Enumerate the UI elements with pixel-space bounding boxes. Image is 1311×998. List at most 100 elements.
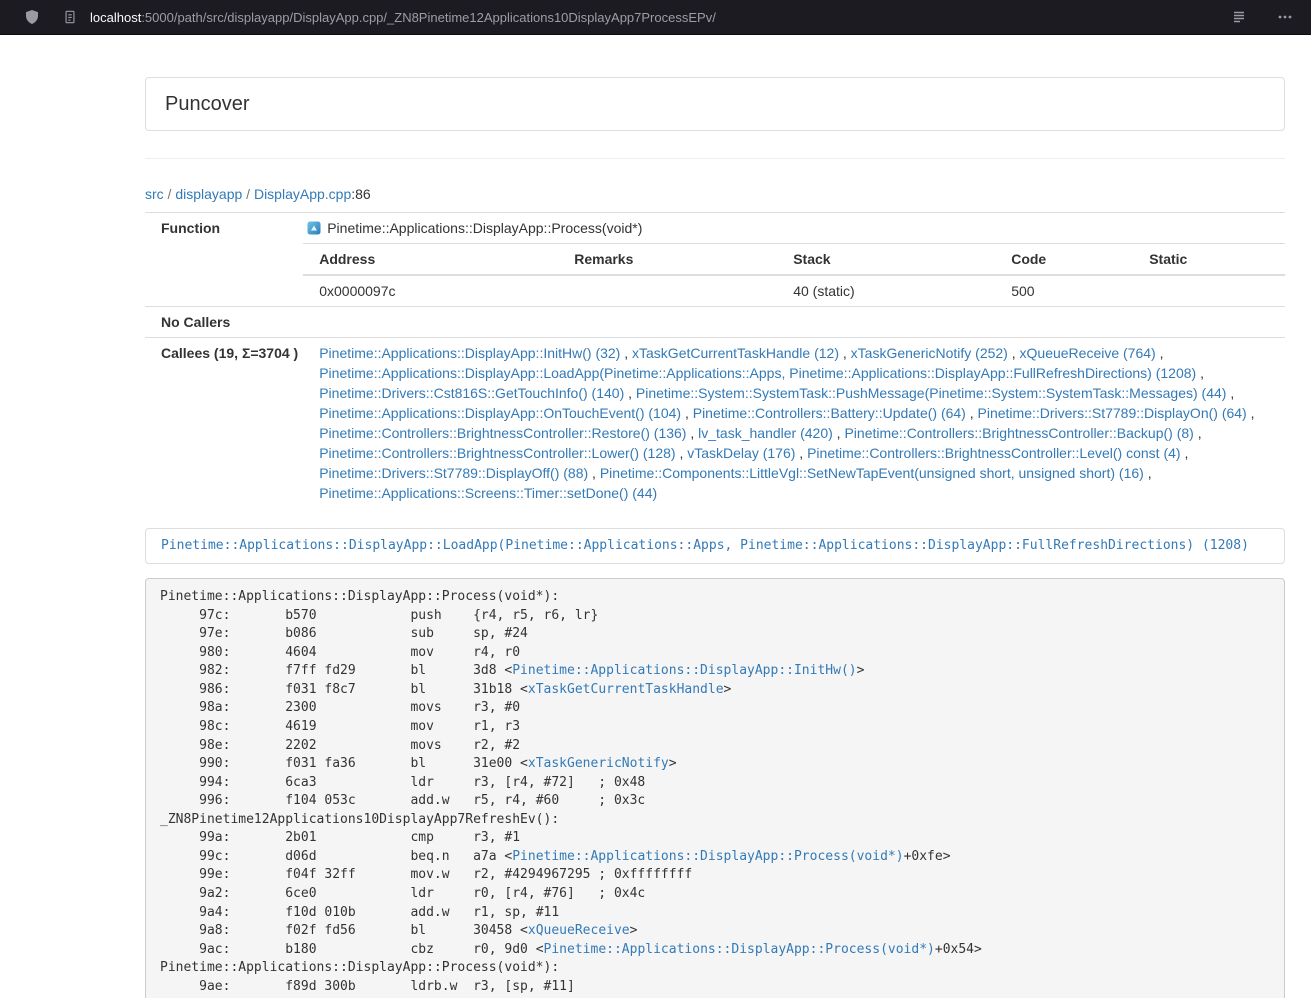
selected-callee-link[interactable]: Pinetime::Applications::DisplayApp::Load…	[161, 538, 1249, 553]
disassembly-line: 982: f7ff fd29 bl 3d8 <Pinetime::Applica…	[160, 662, 1270, 681]
function-table: Function Pinetime::Applications::Display…	[145, 212, 1285, 508]
no-callers-cell	[303, 307, 1285, 338]
disassembly-symbol-link[interactable]: xQueueReceive	[528, 923, 630, 938]
callee-link[interactable]: Pinetime::Drivers::Cst816S::GetTouchInfo…	[319, 385, 624, 401]
function-signature-line: Pinetime::Applications::DisplayApp::Proc…	[303, 213, 1285, 243]
cell-remarks	[558, 275, 777, 306]
col-remarks: Remarks	[558, 244, 777, 276]
disassembly-text: 9a2: 6ce0 ldr r0, [r4, #76] ; 0x4c	[160, 886, 645, 901]
callee-separator: ,	[676, 445, 688, 461]
disassembly-line: 99c: d06d beq.n a7a <Pinetime::Applicati…	[160, 848, 1270, 867]
disassembly-text: +0xfe>	[904, 849, 951, 864]
function-detail-cell: Pinetime::Applications::DisplayApp::Proc…	[303, 213, 1285, 307]
disassembly-text: 98e: 2202 movs r2, #2	[160, 738, 520, 753]
disassembly-symbol-link[interactable]: xTaskGetCurrentTaskHandle	[528, 682, 724, 697]
cell-code: 500	[995, 275, 1133, 306]
callee-separator: ,	[681, 405, 693, 421]
disassembly-text: 99a: 2b01 cmp r3, #1	[160, 830, 520, 845]
callee-separator: ,	[966, 405, 978, 421]
callee-separator: ,	[1144, 465, 1152, 481]
callee-separator: ,	[1196, 365, 1204, 381]
disassembly-text: >	[669, 756, 677, 771]
col-stack: Stack	[777, 244, 995, 276]
callee-link[interactable]: Pinetime::Applications::Screens::Timer::…	[319, 485, 657, 501]
disassembly-line: 994: 6ca3 ldr r3, [r4, #72] ; 0x48	[160, 774, 1270, 793]
disassembly-line: 97c: b570 push {r4, r5, r6, lr}	[160, 607, 1270, 626]
breadcrumb-link[interactable]: displayapp	[175, 186, 242, 202]
callee-link[interactable]: lv_task_handler (420)	[698, 425, 833, 441]
disassembly-text: +0x54>	[935, 942, 982, 957]
callee-link[interactable]: Pinetime::Controllers::BrightnessControl…	[844, 425, 1193, 441]
disassembly-block: Pinetime::Applications::DisplayApp::Proc…	[145, 578, 1285, 998]
callee-link[interactable]: xTaskGenericNotify (252)	[851, 345, 1008, 361]
disassembly-line: 98a: 2300 movs r3, #0	[160, 699, 1270, 718]
breadcrumb: src / displayapp / DisplayApp.cpp:86	[145, 184, 1285, 204]
callee-separator: ,	[588, 465, 600, 481]
callee-separator: ,	[1194, 425, 1202, 441]
disassembly-text: 996: f104 053c add.w r5, r4, #60 ; 0x3c	[160, 793, 645, 808]
disassembly-line: _ZN8Pinetime12Applications10DisplayApp7R…	[160, 811, 1270, 830]
callee-link[interactable]: Pinetime::Drivers::St7789::DisplayOn() (…	[978, 405, 1247, 421]
callees-list: Pinetime::Applications::DisplayApp::Init…	[303, 338, 1285, 509]
disassembly-symbol-link[interactable]: Pinetime::Applications::DisplayApp::Proc…	[512, 849, 903, 864]
function-details-table: Address Remarks Stack Code Static 0x0000…	[303, 243, 1285, 306]
callee-link[interactable]: Pinetime::Controllers::BrightnessControl…	[807, 445, 1180, 461]
disassembly-line: 98c: 4619 mov r1, r3	[160, 718, 1270, 737]
disassembly-symbol-link[interactable]: Pinetime::Applications::DisplayApp::Proc…	[544, 942, 935, 957]
callee-separator: ,	[1247, 405, 1255, 421]
callee-link[interactable]: Pinetime::Controllers::Battery::Update()…	[693, 405, 966, 421]
cell-address: 0x0000097c	[303, 275, 558, 306]
callee-link[interactable]: Pinetime::Drivers::St7789::DisplayOff() …	[319, 465, 588, 481]
callee-separator: ,	[795, 445, 807, 461]
callee-link[interactable]: Pinetime::System::SystemTask::PushMessag…	[636, 385, 1227, 401]
callee-link[interactable]: xTaskGetCurrentTaskHandle (12)	[632, 345, 839, 361]
breadcrumb-link[interactable]: DisplayApp.cpp	[254, 186, 351, 202]
breadcrumb-separator: /	[164, 186, 176, 202]
disassembly-text: >	[857, 663, 865, 678]
callee-separator: ,	[1156, 345, 1164, 361]
callee-link[interactable]: Pinetime::Applications::DisplayApp::Init…	[319, 345, 620, 361]
disassembly-text: 994: 6ca3 ldr r3, [r4, #72] ; 0x48	[160, 775, 645, 790]
function-signature: Pinetime::Applications::DisplayApp::Proc…	[327, 218, 642, 238]
url-domain: localhost	[90, 10, 141, 25]
url-path: :5000/path/src/displayapp/DisplayApp.cpp…	[141, 10, 716, 25]
no-callers-row: No Callers	[145, 307, 1285, 338]
disassembly-text: 98a: 2300 movs r3, #0	[160, 700, 520, 715]
callee-link[interactable]: Pinetime::Components::LittleVgl::SetNewT…	[600, 465, 1144, 481]
col-static: Static	[1133, 244, 1285, 276]
callee-link[interactable]: Pinetime::Applications::DisplayApp::Load…	[319, 365, 1196, 381]
callee-link[interactable]: vTaskDelay (176)	[687, 445, 795, 461]
callee-link[interactable]: Pinetime::Controllers::BrightnessControl…	[319, 445, 675, 461]
page-info-icon[interactable]	[58, 5, 82, 29]
no-callers-label: No Callers	[145, 307, 303, 338]
shield-icon[interactable]	[20, 5, 44, 29]
menu-dots-icon[interactable]	[1273, 5, 1297, 29]
breadcrumb-link[interactable]: src	[145, 186, 164, 202]
breadcrumb-separator: /	[242, 186, 254, 202]
disassembly-text: Pinetime::Applications::DisplayApp::Proc…	[160, 960, 559, 975]
disassembly-text: 9a8: f02f fd56 bl 30458 <	[160, 923, 528, 938]
page-title: Puncover	[165, 93, 1265, 115]
address-bar[interactable]: localhost:5000/path/src/displayapp/Displ…	[90, 10, 716, 25]
selected-callee-box: Pinetime::Applications::DisplayApp::Load…	[145, 528, 1285, 564]
disassembly-line: 98e: 2202 movs r2, #2	[160, 737, 1270, 756]
callee-link[interactable]: Pinetime::Applications::DisplayApp::OnTo…	[319, 405, 681, 421]
disassembly-symbol-link[interactable]: xTaskGenericNotify	[528, 756, 669, 771]
details-header-row: Address Remarks Stack Code Static	[303, 244, 1285, 276]
disassembly-line: 99a: 2b01 cmp r3, #1	[160, 829, 1270, 848]
disassembly-text: 98c: 4619 mov r1, r3	[160, 719, 520, 734]
callee-separator: ,	[833, 425, 845, 441]
disassembly-line: 986: f031 f8c7 bl 31b18 <xTaskGetCurrent…	[160, 681, 1270, 700]
browser-toolbar: localhost:5000/path/src/displayapp/Displ…	[0, 0, 1311, 35]
disassembly-symbol-link[interactable]: Pinetime::Applications::DisplayApp::Init…	[512, 663, 856, 678]
disassembly-line: 9a4: f10d 010b add.w r1, sp, #11	[160, 904, 1270, 923]
callee-separator: ,	[624, 385, 636, 401]
callees-label: Callees (19, Σ=3704 )	[145, 338, 303, 509]
disassembly-text: 9ae: f89d 300b ldrb.w r3, [sp, #11]	[160, 979, 575, 994]
reader-mode-icon[interactable]	[1227, 5, 1251, 29]
app-title-panel: Puncover	[145, 77, 1285, 131]
callee-link[interactable]: xQueueReceive (764)	[1020, 345, 1156, 361]
callee-link[interactable]: Pinetime::Controllers::BrightnessControl…	[319, 425, 686, 441]
divider	[145, 158, 1285, 159]
disassembly-text: 9ac: b180 cbz r0, 9d0 <	[160, 942, 544, 957]
